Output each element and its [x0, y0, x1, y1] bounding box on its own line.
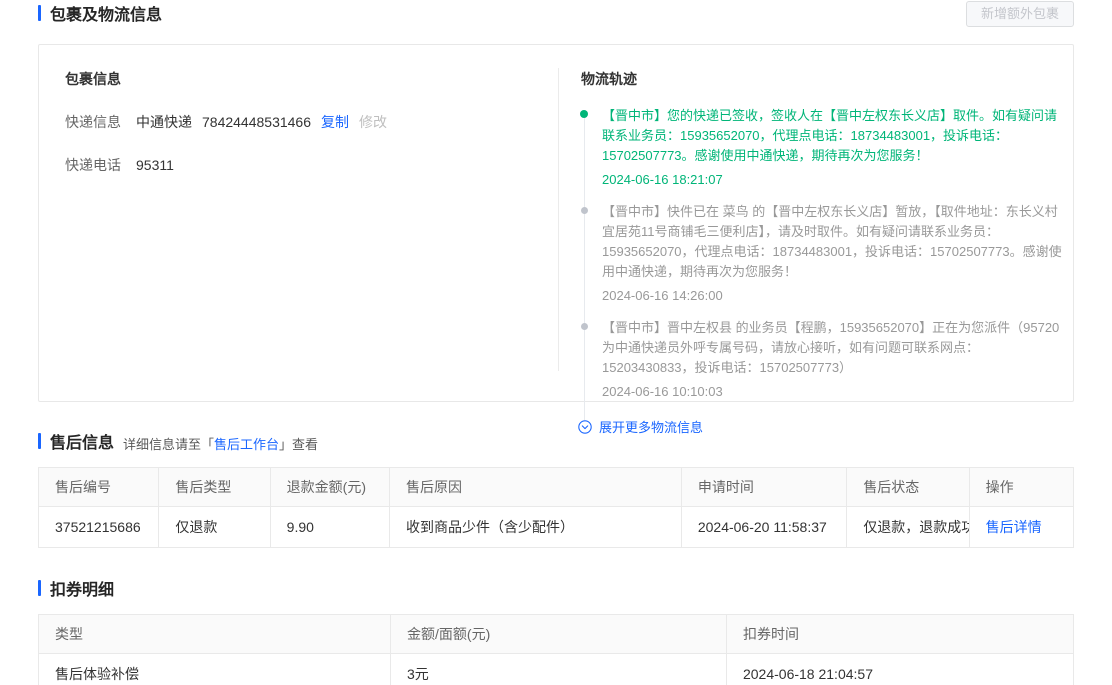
- cell-coupon-amount: 3元: [391, 654, 727, 685]
- timeline-dot: [581, 207, 588, 214]
- col-coupon-type: 类型: [39, 615, 391, 654]
- express-info-label: 快递信息: [65, 112, 121, 132]
- tracking-number: 78424448531466: [202, 114, 311, 130]
- col-aftersale-reason: 售后原因: [390, 468, 682, 507]
- aftersales-table-row: 37521215686 仅退款 9.90 收到商品少件（含少配件） 2024-0…: [39, 507, 1074, 548]
- copy-tracking-link[interactable]: 复制: [321, 112, 349, 132]
- express-phone-label: 快递电话: [65, 155, 121, 175]
- aftersales-table-header-row: 售后编号 售后类型 退款金额(元) 售后原因 申请时间 售后状态 操作: [39, 468, 1074, 507]
- package-logistics-card: 包裹信息 快递信息 中通快递 78424448531466 复制 修改 快递电话…: [38, 44, 1074, 402]
- col-aftersale-type: 售后类型: [159, 468, 270, 507]
- package-section-title: 包裹及物流信息: [50, 1, 162, 25]
- timeline-event-stored: 【晋中市】快件已在 菜鸟 的【晋中左权东长义店】暂放，【取件地址：东长义村宜居苑…: [581, 202, 1063, 303]
- modify-tracking-link[interactable]: 修改: [359, 112, 387, 132]
- package-section-title-wrap: 包裹及物流信息: [38, 1, 162, 25]
- cell-aftersale-type: 仅退款: [159, 507, 270, 548]
- aftersale-detail-link[interactable]: 售后详情: [986, 519, 1042, 535]
- cell-aftersale-status: 仅退款，退款成功: [847, 507, 969, 548]
- col-aftersale-status: 售后状态: [847, 468, 969, 507]
- subtitle-suffix: 」查看: [279, 437, 318, 452]
- aftersales-section-title: 售后信息: [50, 429, 114, 453]
- cell-aftersale-reason: 收到商品少件（含少配件）: [390, 507, 682, 548]
- cell-refund-amount: 9.90: [270, 507, 389, 548]
- logistics-timeline: 【晋中市】您的快递已签收，签收人在【晋中左权东长义店】取件。如有疑问请联系业务员…: [581, 106, 1063, 438]
- cell-coupon-type: 售后体验补偿: [39, 654, 391, 685]
- express-phone-value: 95311: [136, 157, 174, 173]
- timeline-dot-active: [580, 110, 588, 118]
- express-info-row: 快递信息 中通快递 78424448531466 复制 修改: [65, 112, 558, 132]
- coupon-section-title: 扣券明细: [50, 576, 114, 600]
- col-aftersale-no: 售后编号: [39, 468, 159, 507]
- timeline-event-signed: 【晋中市】您的快递已签收，签收人在【晋中左权东长义店】取件。如有疑问请联系业务员…: [581, 106, 1063, 187]
- expand-more-logistics-link[interactable]: 展开更多物流信息: [581, 417, 1063, 436]
- timeline-event-text: 【晋中市】快件已在 菜鸟 的【晋中左权东长义店】暂放，【取件地址：东长义村宜居苑…: [602, 202, 1063, 282]
- subtitle-prefix: 详细信息请至「: [123, 437, 214, 452]
- chevron-down-circle-icon: [578, 420, 592, 434]
- timeline-event-time: 2024-06-16 14:26:00: [602, 288, 1063, 303]
- package-section-header: 包裹及物流信息 新增额外包裹: [38, 0, 1074, 27]
- timeline-dot: [581, 323, 588, 330]
- coupon-table-header-row: 类型 金额/面额(元) 扣券时间: [39, 615, 1074, 654]
- timeline-event-time: 2024-06-16 18:21:07: [602, 172, 1063, 187]
- col-refund-amount: 退款金额(元): [270, 468, 389, 507]
- logistics-track-title: 物流轨迹: [581, 69, 1063, 89]
- col-coupon-time: 扣券时间: [726, 615, 1073, 654]
- section-accent-bar: [38, 433, 41, 449]
- aftersales-title-wrap: 售后信息: [38, 429, 114, 453]
- logistics-track-column: 物流轨迹 【晋中市】您的快递已签收，签收人在【晋中左权东长义店】取件。如有疑问请…: [558, 68, 1073, 371]
- express-carrier: 中通快递: [136, 112, 192, 132]
- timeline-event-text: 【晋中市】晋中左权县 的业务员【程鹏，15935652070】正在为您派件（95…: [602, 318, 1063, 378]
- cell-apply-time: 2024-06-20 11:58:37: [681, 507, 846, 548]
- timeline-event-text: 【晋中市】您的快递已签收，签收人在【晋中左权东长义店】取件。如有疑问请联系业务员…: [602, 106, 1063, 166]
- aftersales-subtitle: 详细信息请至「售后工作台」查看: [123, 434, 318, 453]
- section-accent-bar: [38, 5, 41, 21]
- expand-more-logistics-label: 展开更多物流信息: [599, 417, 703, 436]
- add-extra-package-button[interactable]: 新增额外包裹: [966, 1, 1074, 27]
- section-accent-bar: [38, 580, 41, 596]
- cell-coupon-time: 2024-06-18 21:04:57: [726, 654, 1073, 685]
- express-phone-row: 快递电话 95311: [65, 155, 558, 175]
- col-coupon-amount: 金额/面额(元): [391, 615, 727, 654]
- cell-aftersale-no: 37521215686: [39, 507, 159, 548]
- timeline-event-time: 2024-06-16 10:10:03: [602, 384, 1063, 399]
- cell-action: 售后详情: [969, 507, 1073, 548]
- aftersales-workbench-link[interactable]: 售后工作台: [214, 437, 279, 452]
- coupon-table: 类型 金额/面额(元) 扣券时间 售后体验补偿 3元 2024-06-18 21…: [38, 614, 1074, 685]
- col-apply-time: 申请时间: [681, 468, 846, 507]
- package-info-column: 包裹信息 快递信息 中通快递 78424448531466 复制 修改 快递电话…: [39, 45, 558, 401]
- coupon-section-header: 扣券明细: [38, 576, 1074, 600]
- coupon-table-row: 售后体验补偿 3元 2024-06-18 21:04:57: [39, 654, 1074, 685]
- order-detail-page: 包裹及物流信息 新增额外包裹 包裹信息 快递信息 中通快递 7842444853…: [0, 0, 1112, 685]
- package-info-title: 包裹信息: [65, 69, 558, 89]
- aftersales-table: 售后编号 售后类型 退款金额(元) 售后原因 申请时间 售后状态 操作 3752…: [38, 467, 1074, 548]
- timeline-event-delivering: 【晋中市】晋中左权县 的业务员【程鹏，15935652070】正在为您派件（95…: [581, 318, 1063, 399]
- col-action: 操作: [969, 468, 1073, 507]
